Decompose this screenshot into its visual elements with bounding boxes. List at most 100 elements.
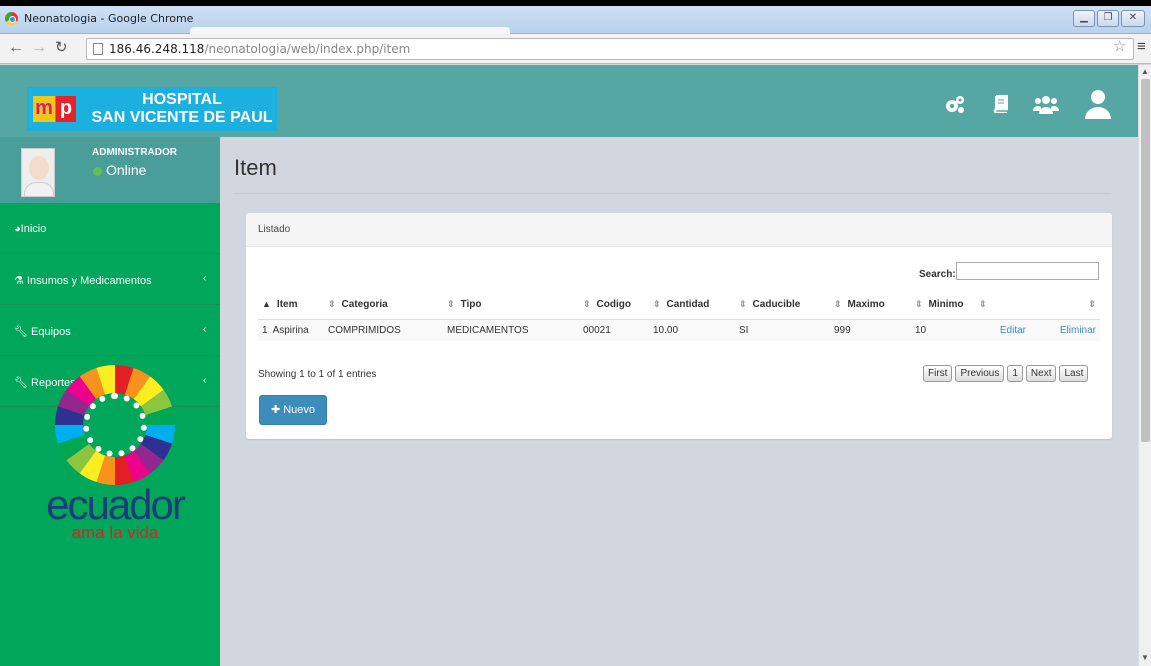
user-status-label: Online [106, 162, 147, 178]
user-panel: ADMINISTRADOR Online [0, 137, 220, 203]
chrome-menu-icon[interactable]: ≡ [1137, 38, 1146, 55]
pager-first-button[interactable]: First [923, 365, 953, 382]
cell-maximo: 999 [830, 319, 911, 341]
rosette-center [83, 393, 147, 457]
pagination: First Previous 1 Next Last [920, 365, 1089, 383]
table-row: 1 Aspirina COMPRIMIDOS MEDICAMENTOS 0002… [258, 319, 1100, 341]
book-icon[interactable] [992, 94, 1009, 118]
bookmark-star-icon[interactable]: ☆ [1113, 37, 1126, 55]
col-label: Maximo [847, 299, 885, 311]
brand-tagline: ama la vida [71, 523, 159, 542]
logo-line1: HOSPITAL [142, 91, 222, 108]
sidebar-item-label: Inicio [20, 223, 47, 235]
browser-toolbar: ← → ↻ 186.46.248.118/neonatologia/web/in… [0, 34, 1151, 64]
cell-cantidad: 10.00 [649, 319, 735, 341]
user-profile-icon[interactable] [1084, 89, 1112, 124]
col-cantidad[interactable]: ⇕ Cantidad [649, 291, 735, 320]
forward-icon[interactable]: → [31, 39, 47, 57]
flask-icon: ⚗ [14, 275, 24, 287]
browser-tab[interactable] [190, 27, 510, 34]
box-title: Listado [258, 224, 291, 235]
sidebar-item-inicio[interactable]: ◕Inicio [0, 203, 220, 254]
table-header-row: ▲ Item ⇕ Categoria ⇕ Tipo ⇕ Codigo ⇕ Cantidad… [258, 291, 1100, 320]
cell-minimo: 10 [911, 319, 975, 341]
users-group-icon[interactable] [1033, 95, 1059, 120]
col-codigo[interactable]: ⇕ Codigo [579, 291, 649, 320]
cell-item: 1 Aspirina [258, 319, 324, 341]
sort-icon: ⇕ [328, 299, 336, 310]
url-text: 186.46.248.118/neonatologia/web/index.ph… [109, 42, 410, 56]
page-scrollbar[interactable]: ▲ ▼ [1138, 65, 1151, 666]
sidebar-item-inicio-text: ◕Inicio [14, 223, 46, 235]
col-item[interactable]: ▲ Item [258, 291, 324, 320]
sidebar: ADMINISTRADOR Online ◕Inicio ⚗ Insumos y… [0, 137, 220, 666]
settings-cogs-icon[interactable] [944, 95, 966, 120]
pager-last-button[interactable]: Last [1059, 365, 1089, 382]
back-icon[interactable]: ← [8, 39, 24, 57]
chevron-left-icon: ‹ [203, 324, 207, 335]
sort-icon: ⇕ [979, 299, 987, 310]
col-edit[interactable]: ⇕ [975, 291, 1030, 320]
search-input[interactable] [956, 262, 1099, 280]
page-icon [93, 43, 103, 55]
close-button[interactable]: ✕ [1121, 10, 1145, 27]
item-name: Aspirina [272, 324, 309, 336]
box-header: Listado [246, 213, 1112, 247]
scroll-up-icon[interactable]: ▲ [1141, 67, 1149, 76]
page-title: Item [234, 155, 277, 180]
url-host: 186.46.248.118 [109, 42, 205, 56]
chevron-left-icon: ‹ [203, 273, 207, 284]
sort-icon: ⇕ [583, 299, 591, 310]
scrollbar-thumb[interactable] [1141, 79, 1150, 442]
sidebar-item-equipos[interactable]: 🔧︎ Equipos ‹ [0, 305, 220, 356]
edit-link[interactable]: Editar [1000, 325, 1026, 336]
cell-categoria: COMPRIMIDOS [324, 319, 443, 341]
col-label: Item [276, 299, 298, 311]
col-label: Cantidad [666, 299, 710, 311]
cell-codigo: 00021 [579, 319, 649, 341]
url-path: /neonatologia/web/index.php/item [204, 42, 411, 56]
user-status: Online [93, 162, 146, 178]
avatar [21, 148, 55, 197]
ecuador-ama-la-vida-logo: ecuador ama la vida [40, 365, 190, 565]
table-info: Showing 1 to 1 of 1 entries [258, 369, 377, 380]
logo-m: m [33, 96, 55, 122]
hospital-logo[interactable]: m p HOSPITAL SAN VICENTE DE PAUL [27, 87, 277, 131]
address-bar[interactable]: 186.46.248.118/neonatologia/web/index.ph… [86, 38, 1134, 60]
reload-icon[interactable]: ↻ [55, 39, 68, 57]
nuevo-button[interactable]: ✚ Nuevo [259, 395, 327, 425]
scroll-down-icon[interactable]: ▼ [1141, 653, 1149, 662]
page-viewport: m p HOSPITAL SAN VICENTE DE PAUL ADMINIS… [0, 65, 1138, 666]
logo-p: p [56, 96, 76, 122]
user-name: ADMINISTRADOR [92, 147, 177, 158]
col-categoria[interactable]: ⇕ Categoria [324, 291, 443, 320]
pager-next-button[interactable]: Next [1025, 365, 1057, 382]
cell-edit: Editar [975, 319, 1030, 341]
nuevo-label: Nuevo [283, 404, 316, 416]
wrench-icon: 🔧︎ [14, 377, 28, 389]
pager-page-button[interactable]: 1 [1007, 365, 1023, 382]
delete-link[interactable]: Eliminar [1060, 325, 1096, 336]
app-header: m p HOSPITAL SAN VICENTE DE PAUL [0, 65, 1138, 137]
window-title: Neonatologia - Google Chrome [24, 12, 194, 25]
chevron-left-icon: ‹ [203, 375, 207, 386]
col-minimo[interactable]: ⇕ Minimo [911, 291, 975, 320]
minimize-button[interactable]: ▁ [1073, 10, 1095, 27]
col-maximo[interactable]: ⇕ Maximo [830, 291, 911, 320]
chrome-icon [5, 12, 18, 25]
sort-icon: ⇕ [1088, 299, 1096, 310]
col-label: Categoria [341, 299, 388, 311]
sort-icon: ⇕ [739, 299, 747, 310]
sidebar-item-label: Insumos y Medicamentos [26, 275, 152, 287]
col-delete[interactable]: ⇕ [1030, 291, 1100, 320]
maximize-button[interactable]: ❐ [1097, 10, 1119, 27]
col-tipo[interactable]: ⇕ Tipo [443, 291, 579, 320]
row-number: 1 [262, 324, 268, 336]
search-label: Search: [919, 269, 956, 280]
browser-window: Neonatologia - Google Chrome ▁ ❐ ✕ ← → ↻… [0, 6, 1151, 666]
pager-previous-button[interactable]: Previous [955, 365, 1005, 382]
sort-icon: ⇕ [447, 299, 455, 310]
col-caducible[interactable]: ⇕ Caducible [735, 291, 830, 320]
sidebar-item-insumos[interactable]: ⚗ Insumos y Medicamentos ‹ [0, 254, 220, 305]
brand-word: ecuador [46, 481, 186, 528]
